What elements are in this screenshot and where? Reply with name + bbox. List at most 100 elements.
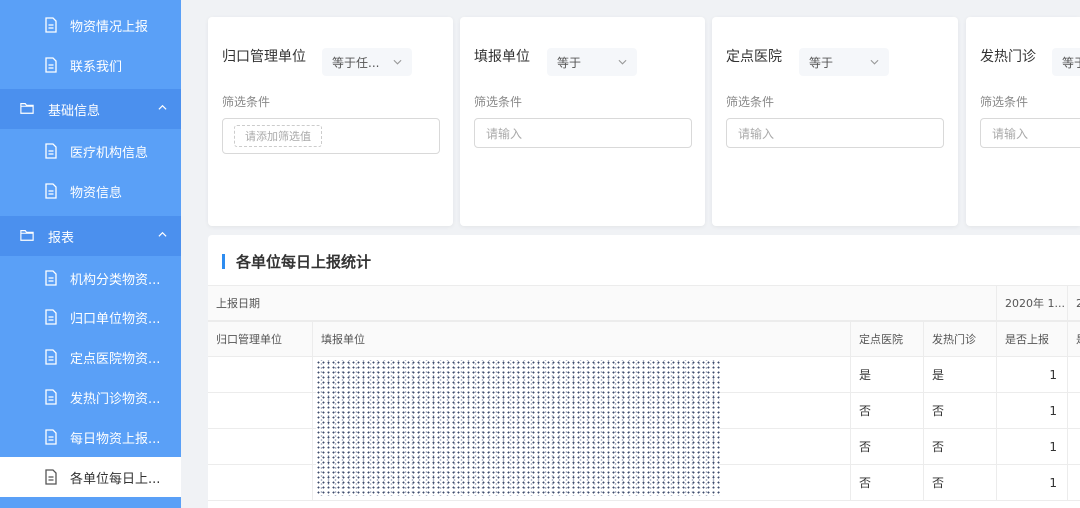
cell-reported: 1 [997, 465, 1068, 500]
cell-designated-hospital: 否 [851, 465, 924, 500]
cell-fever-clinic: 是 [924, 357, 997, 392]
cell-designated-hospital: 否 [851, 429, 924, 464]
chevron-down-icon [393, 59, 402, 65]
table-header-row-2: 归口管理单位 填报单位 定点医院 发热门诊 是否上报 是 [208, 321, 1080, 357]
filter-card-fever-clinic: 发热门诊 等于 筛选条件 请输入 [966, 17, 1080, 226]
chevron-up-icon [158, 104, 167, 110]
cell-unit-mgmt [208, 393, 313, 428]
operator-select[interactable]: 等于 [1052, 48, 1080, 76]
header-report-date: 上报日期 [208, 286, 997, 320]
filter-title: 发热门诊 [980, 49, 1036, 65]
folder-icon [20, 228, 34, 244]
filter-title: 定点医院 [726, 49, 782, 65]
folder-icon [20, 101, 34, 117]
cell-reported: 1 [997, 429, 1068, 464]
sidebar-item-label: 机构分类物资... [70, 272, 161, 288]
filter-title: 归口管理单位 [222, 49, 306, 65]
sidebar-item-label: 归口单位物资... [70, 311, 161, 327]
document-icon [44, 349, 58, 365]
input-placeholder: 请输入 [992, 126, 1029, 141]
filter-value-tag-input[interactable]: 请添加筛选值 [222, 118, 440, 154]
sidebar-group-basic-info[interactable]: 基础信息 [0, 89, 181, 129]
sidebar-group-reports[interactable]: 报表 [0, 216, 181, 256]
chevron-up-icon [158, 231, 167, 237]
filter-value-input[interactable]: 请输入 [980, 118, 1080, 148]
sidebar-item-report-2[interactable]: 归口单位物资... [0, 297, 181, 337]
sidebar-item-label: 定点医院物资... [70, 351, 161, 367]
operator-select[interactable]: 等于 [547, 48, 637, 76]
sidebar-item-report-4[interactable]: 发热门诊物资... [0, 377, 181, 417]
chevron-down-icon [870, 59, 879, 65]
header-unit-mgmt: 归口管理单位 [208, 322, 313, 356]
sidebar-item-label: 物资情况上报 [70, 19, 149, 35]
filter-title: 填报单位 [474, 49, 530, 65]
redacted-unit-names [316, 360, 720, 496]
sidebar-item-label: 医疗机构信息 [70, 145, 149, 161]
sidebar: 物资情况上报 联系我们 基础信息 医疗机构信息 物资信息 报表 机构分类物资..… [0, 0, 181, 508]
header-next-col: 是 [1068, 322, 1080, 356]
operator-select[interactable]: 等于 [799, 48, 889, 76]
cell-reported: 1 [997, 357, 1068, 392]
filter-card-fill-unit: 填报单位 等于 筛选条件 请输入 [460, 17, 705, 226]
cell-fever-clinic: 否 [924, 429, 997, 464]
operator-value: 等于 [809, 55, 834, 70]
header-designated-hospital: 定点医院 [851, 322, 924, 356]
chevron-down-icon [618, 59, 627, 65]
table-header-row-1: 上报日期 2020年 1... 2 [208, 285, 1080, 321]
cell-fever-clinic: 否 [924, 465, 997, 500]
document-icon [44, 270, 58, 286]
sidebar-item-material-info[interactable]: 物资信息 [0, 171, 181, 211]
header-reported: 是否上报 [997, 322, 1068, 356]
operator-select[interactable]: 等于任... [322, 48, 412, 76]
sidebar-item-medical-institution[interactable]: 医疗机构信息 [0, 131, 181, 171]
sidebar-item-contact-us[interactable]: 联系我们 [0, 45, 181, 85]
sidebar-item-report-1[interactable]: 机构分类物资... [0, 258, 181, 298]
title-accent-bar [222, 254, 225, 269]
cell-designated-hospital: 是 [851, 357, 924, 392]
filter-card-designated-hospital: 定点医院 等于 筛选条件 请输入 [712, 17, 958, 226]
report-panel: 各单位每日上报统计 上报日期 2020年 1... 2 归口管理单位 填报单位 … [208, 235, 1080, 508]
add-filter-value-placeholder[interactable]: 请添加筛选值 [234, 125, 322, 147]
header-fever-clinic: 发热门诊 [924, 322, 997, 356]
filter-value-input[interactable]: 请输入 [726, 118, 944, 148]
condition-label: 筛选条件 [980, 95, 1029, 109]
condition-label: 筛选条件 [222, 95, 271, 109]
cell-unit-mgmt [208, 429, 313, 464]
cell-unit-mgmt [208, 465, 313, 500]
report-title: 各单位每日上报统计 [236, 253, 372, 271]
cell-unit-mgmt [208, 357, 313, 392]
operator-value: 等于任... [332, 55, 380, 70]
sidebar-item-report-5[interactable]: 每日物资上报... [0, 417, 181, 457]
condition-label: 筛选条件 [726, 95, 775, 109]
document-icon [44, 309, 58, 325]
header-date-col-2: 2 [1068, 286, 1080, 320]
document-icon [44, 469, 58, 485]
sidebar-item-material-report[interactable]: 物资情况上报 [0, 5, 181, 45]
document-icon [44, 17, 58, 33]
filter-value-input[interactable]: 请输入 [474, 118, 692, 148]
input-placeholder: 请输入 [738, 126, 775, 141]
document-icon [44, 57, 58, 73]
condition-label: 筛选条件 [474, 95, 523, 109]
sidebar-group-label: 基础信息 [48, 103, 101, 119]
document-icon [44, 389, 58, 405]
operator-value: 等于 [1062, 55, 1080, 70]
header-fill-unit: 填报单位 [313, 322, 851, 356]
sidebar-item-label: 联系我们 [70, 59, 123, 75]
input-placeholder: 请输入 [486, 126, 523, 141]
header-date-col: 2020年 1... [997, 286, 1068, 320]
sidebar-item-report-3[interactable]: 定点医院物资... [0, 337, 181, 377]
sidebar-group-label: 报表 [48, 230, 75, 246]
document-icon [44, 143, 58, 159]
sidebar-item-label: 发热门诊物资... [70, 391, 161, 407]
sidebar-item-label: 各单位每日上... [70, 471, 161, 487]
cell-fever-clinic: 否 [924, 393, 997, 428]
cell-designated-hospital: 否 [851, 393, 924, 428]
document-icon [44, 429, 58, 445]
document-icon [44, 183, 58, 199]
filter-card-unit-mgmt: 归口管理单位 等于任... 筛选条件 请添加筛选值 [208, 17, 453, 226]
sidebar-item-report-6-active[interactable]: 各单位每日上... [0, 457, 181, 497]
cell-reported: 1 [997, 393, 1068, 428]
sidebar-item-label: 物资信息 [70, 185, 123, 201]
sidebar-item-label: 每日物资上报... [70, 431, 161, 447]
